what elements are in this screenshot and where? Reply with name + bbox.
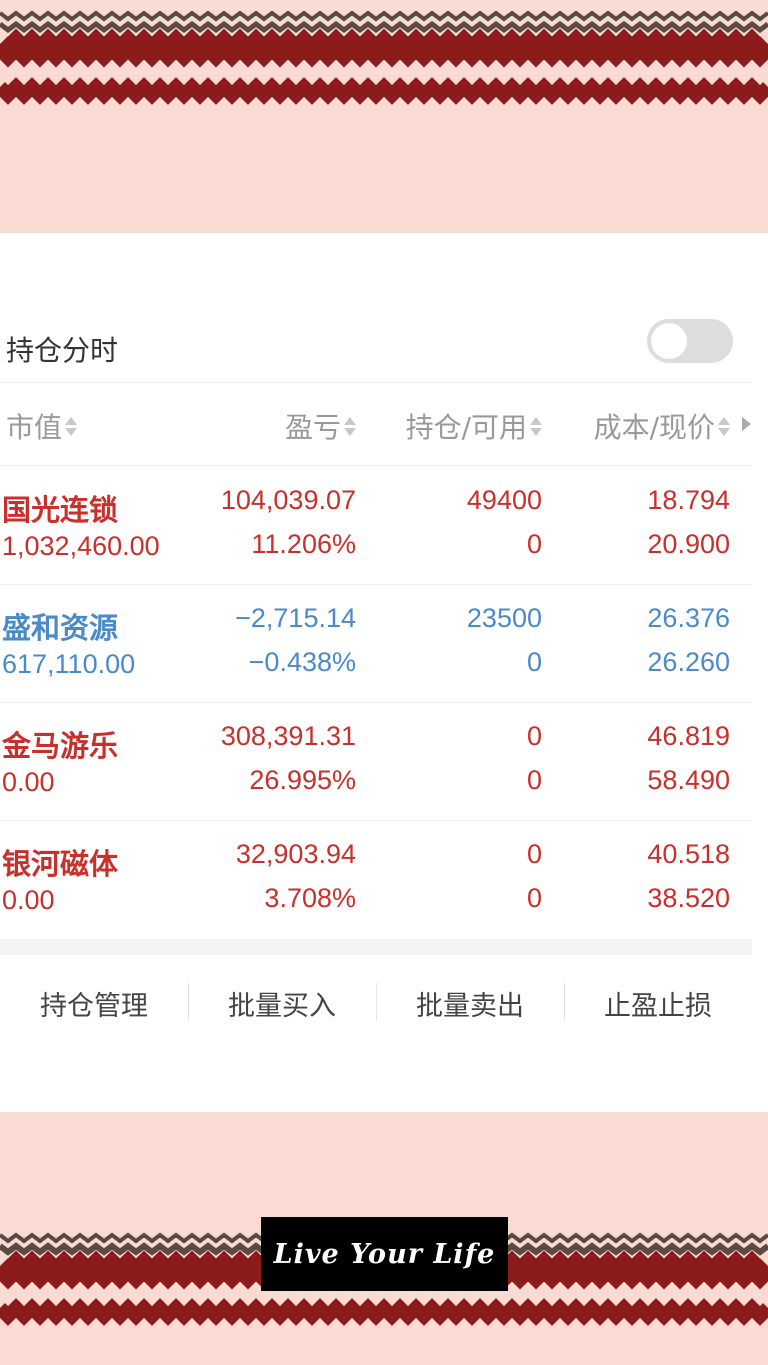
position-qty: 23500: [466, 603, 542, 633]
profit-loss-percent: 3.708%: [264, 883, 356, 913]
scroll-right-arrow-icon[interactable]: [742, 417, 751, 431]
profit-loss-sort-header[interactable]: 盈亏: [285, 406, 356, 446]
zigzag-stripe: [0, 1298, 768, 1326]
sort-icon: [718, 416, 730, 436]
profit-loss-header-label: 盈亏: [284, 411, 341, 444]
available-qty: 0: [526, 647, 542, 677]
market-value: 0.00: [2, 885, 55, 915]
market-value: 617,110.00: [2, 649, 136, 679]
position-timeshare-row: 持仓分时: [0, 313, 752, 383]
zigzag-stripe: [0, 77, 768, 105]
top-zigzag-decoration: [0, 10, 768, 105]
badge-text: Live Your Life: [273, 1238, 496, 1270]
current-price: 58.490: [647, 765, 730, 795]
market-value-header-label: 市值: [6, 411, 63, 444]
zigzag-stripe: [0, 28, 768, 68]
profit-loss: −2,715.14: [235, 603, 356, 633]
batch-buy-button[interactable]: 批量买入: [188, 955, 376, 1051]
holdings-list: 国光连锁 1,032,460.00 104,039.07 11.206% 494…: [0, 467, 752, 939]
stock-name: 国光连锁: [2, 493, 119, 527]
position-qty: 0: [526, 839, 542, 869]
sort-icon: [530, 416, 542, 436]
profit-loss-percent: 11.206%: [251, 529, 356, 559]
market-value-sort-header[interactable]: 市值: [6, 406, 78, 446]
current-price: 26.260: [647, 647, 730, 677]
cost-price: 40.518: [647, 839, 730, 869]
position-available-sort-header[interactable]: 持仓/可用: [406, 406, 542, 446]
holding-row[interactable]: 银河磁体 0.00 32,903.94 3.708% 0 0 40.518 38…: [0, 821, 752, 939]
holding-row[interactable]: 国光连锁 1,032,460.00 104,039.07 11.206% 494…: [0, 467, 752, 585]
stock-name: 盛和资源: [2, 611, 119, 645]
cost-price-sort-header[interactable]: 成本/现价: [594, 406, 730, 446]
available-qty: 0: [526, 883, 542, 913]
holding-row[interactable]: 金马游乐 0.00 308,391.31 26.995% 0 0 46.819 …: [0, 703, 752, 821]
position-qty: 0: [526, 721, 542, 751]
market-value: 0.00: [2, 767, 55, 797]
cost-price-header-label: 成本/现价: [593, 411, 715, 444]
current-price: 20.900: [647, 529, 730, 559]
stop-profit-loss-button[interactable]: 止盈止损: [564, 955, 752, 1051]
position-management-button[interactable]: 持仓管理: [0, 955, 188, 1051]
position-timeshare-toggle[interactable]: [647, 319, 733, 363]
profit-loss: 104,039.07: [220, 485, 356, 515]
profit-loss: 32,903.94: [235, 839, 356, 869]
live-your-life-badge: Live Your Life: [261, 1217, 508, 1291]
stock-name: 银河磁体: [2, 847, 119, 881]
sort-icon: [344, 416, 356, 436]
holding-row[interactable]: 盛和资源 617,110.00 −2,715.14 −0.438% 23500 …: [0, 585, 752, 703]
profit-loss-percent: 26.995%: [249, 765, 356, 795]
position-timeshare-label: 持仓分时: [6, 334, 119, 367]
toggle-knob: [651, 323, 687, 359]
available-qty: 0: [526, 765, 542, 795]
sort-icon: [65, 416, 78, 436]
profit-loss-percent: −0.438%: [248, 647, 356, 677]
batch-sell-button[interactable]: 批量卖出: [376, 955, 564, 1051]
available-qty: 0: [526, 529, 542, 559]
market-value: 1,032,460.00: [2, 531, 160, 561]
cost-price: 18.794: [647, 485, 730, 515]
position-available-header-label: 持仓/可用: [405, 411, 527, 444]
holdings-panel: 持仓分时 市值 盈亏 持仓/可用 成本/现价 国光连锁 1,032,460.00…: [0, 233, 768, 1112]
profit-loss: 308,391.31: [220, 721, 356, 751]
cost-price: 26.376: [647, 603, 730, 633]
zigzag-stripe: [0, 10, 768, 22]
holdings-table-header: 市值 盈亏 持仓/可用 成本/现价: [0, 384, 752, 466]
current-price: 38.520: [647, 883, 730, 913]
position-qty: 49400: [466, 485, 542, 515]
cost-price: 46.819: [647, 721, 730, 751]
section-divider: [0, 939, 752, 955]
stock-name: 金马游乐: [2, 729, 119, 763]
holdings-action-bar: 持仓管理 批量买入 批量卖出 止盈止损: [0, 955, 752, 1051]
